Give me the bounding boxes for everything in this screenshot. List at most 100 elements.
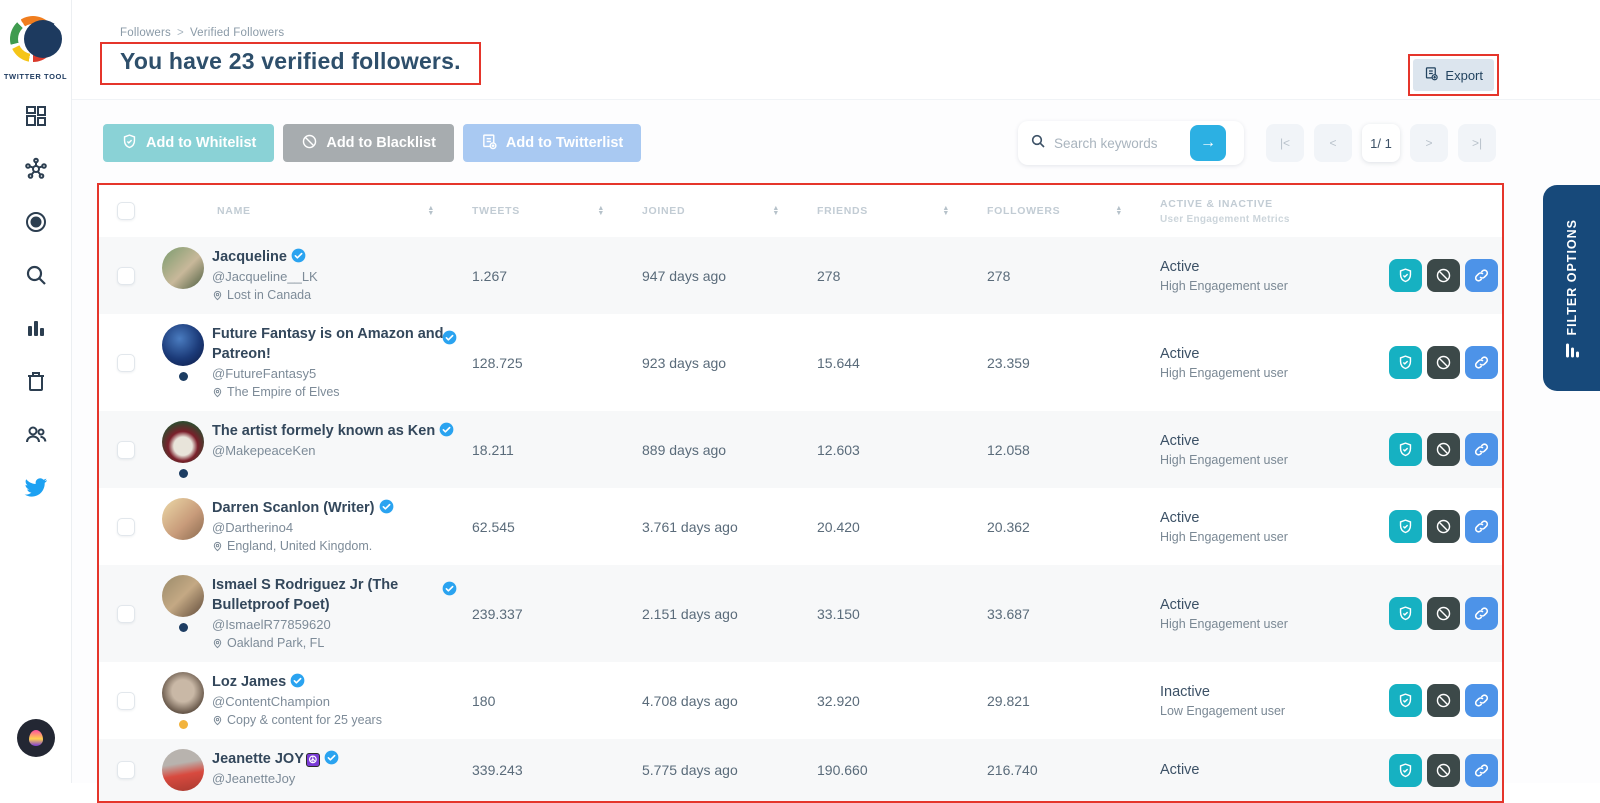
search-icon	[24, 263, 48, 292]
row-checkbox[interactable]	[117, 440, 135, 459]
sidebar-item-target[interactable]	[21, 209, 51, 239]
whitelist-row-button[interactable]	[1389, 433, 1422, 466]
user-cell[interactable]: Darren Scanlon (Writer) @Dartherino4 Eng…	[154, 498, 459, 555]
link-row-button[interactable]	[1465, 259, 1498, 292]
user-handle: @MakepeaceKen	[212, 443, 316, 458]
pagination-first-button[interactable]: |<	[1266, 124, 1304, 162]
breadcrumb-verified-followers[interactable]: Verified Followers	[190, 27, 284, 39]
link-row-button[interactable]	[1465, 433, 1498, 466]
shield-check-icon	[1399, 355, 1412, 370]
app-logo[interactable]: TWITTER TOOL	[4, 14, 67, 81]
row-actions	[1389, 684, 1508, 717]
followers-value: 216.740	[987, 762, 1038, 778]
tweets-value: 1.267	[472, 267, 508, 284]
user-cell[interactable]: Jacqueline @Jacqueline__LK Lost in Canad…	[154, 247, 459, 304]
whitelist-row-button[interactable]	[1389, 259, 1422, 292]
whitelist-row-button[interactable]	[1389, 597, 1422, 630]
row-actions	[1389, 433, 1508, 466]
sort-icon[interactable]: ▲ ▼	[772, 205, 780, 217]
row-checkbox[interactable]	[117, 691, 135, 710]
followers-table: NAME ▲ ▼ TWEETS ▲ ▼ JOINED ▲ ▼ FRIENDS ▲ ▼ FOLLO…	[97, 183, 1504, 803]
location: Lost in Canada	[212, 286, 318, 304]
sort-icon[interactable]: ▲ ▼	[597, 205, 605, 217]
sidebar-item-dashboard[interactable]	[21, 103, 51, 133]
search-input[interactable]	[1054, 135, 1184, 151]
link-row-button[interactable]	[1465, 510, 1498, 543]
joined-value: 889 days ago	[642, 441, 727, 458]
verified-badge	[442, 581, 457, 596]
row-checkbox[interactable]	[117, 517, 135, 536]
export-annotation-box: Export	[1408, 54, 1499, 96]
user-cell[interactable]: Loz James @ContentChampion Copy & conten…	[154, 672, 459, 729]
shield-check-icon	[1399, 519, 1412, 534]
joined-value: 923 days ago	[642, 354, 727, 371]
sort-icon[interactable]: ▲ ▼	[427, 205, 435, 217]
filter-options-tab[interactable]: FILTER OPTIONS	[1543, 185, 1600, 391]
table-row: Darren Scanlon (Writer) @Dartherino4 Eng…	[99, 488, 1502, 565]
avatar	[162, 749, 204, 791]
engagement-cell: Active High Engagement user	[1147, 259, 1389, 293]
column-header-friends[interactable]: FRIENDS	[817, 205, 868, 217]
sidebar-item-twitter[interactable]	[21, 474, 51, 504]
whitelist-row-button[interactable]	[1389, 684, 1422, 717]
sidebar-item-audience[interactable]	[21, 421, 51, 451]
sidebar-item-analytics[interactable]	[21, 315, 51, 345]
link-row-button[interactable]	[1465, 597, 1498, 630]
user-cell[interactable]: Jeanette JOY ☮ @JeanetteJoy	[154, 749, 459, 791]
sidebar-item-network[interactable]	[21, 156, 51, 186]
friends-value: 12.603	[817, 441, 860, 458]
select-all-checkbox[interactable]	[117, 202, 135, 220]
export-button[interactable]: Export	[1413, 59, 1494, 91]
link-row-button[interactable]	[1465, 346, 1498, 379]
status-label: Active	[1160, 345, 1200, 362]
sidebar-item-search[interactable]	[21, 262, 51, 292]
table-row: Loz James @ContentChampion Copy & conten…	[99, 662, 1502, 739]
add-to-blacklist-button[interactable]: Add to Blacklist	[283, 124, 454, 162]
column-header-name[interactable]: NAME	[217, 205, 251, 217]
link-icon	[1474, 694, 1489, 707]
add-to-whitelist-button[interactable]: Add to Whitelist	[103, 124, 275, 162]
user-cell[interactable]: Future Fantasy is on Amazon and Patreon!…	[154, 324, 459, 401]
user-cell[interactable]: The artist formely known as Ken @Makepea…	[154, 421, 459, 478]
avatar	[162, 247, 204, 289]
account-avatar[interactable]	[17, 719, 55, 757]
followers-value: 20.362	[987, 518, 1030, 535]
row-checkbox[interactable]	[117, 604, 135, 623]
blacklist-row-button[interactable]	[1427, 510, 1460, 543]
row-actions	[1389, 510, 1508, 543]
blacklist-row-button[interactable]	[1427, 753, 1460, 787]
link-row-button[interactable]	[1465, 753, 1498, 787]
pagination-last-button[interactable]: >|	[1458, 124, 1496, 162]
blacklist-row-button[interactable]	[1427, 433, 1460, 466]
whitelist-row-button[interactable]	[1389, 346, 1422, 379]
row-checkbox[interactable]	[117, 761, 135, 779]
sort-icon[interactable]: ▲ ▼	[1115, 205, 1123, 217]
row-checkbox[interactable]	[117, 266, 135, 285]
pagination-next-button[interactable]: >	[1410, 124, 1448, 162]
whitelist-row-button[interactable]	[1389, 510, 1422, 543]
breadcrumb: Followers > Verified Followers	[120, 27, 1497, 39]
sidebar-item-delete[interactable]	[21, 368, 51, 398]
friends-value: 33.150	[817, 605, 860, 622]
breadcrumb-followers[interactable]: Followers	[120, 27, 171, 39]
link-row-button[interactable]	[1465, 684, 1498, 717]
location: Copy & content for 25 years	[212, 711, 382, 729]
whitelist-row-button[interactable]	[1389, 753, 1422, 787]
row-checkbox[interactable]	[117, 353, 135, 372]
column-header-tweets[interactable]: TWEETS	[472, 205, 520, 217]
ban-icon	[1436, 442, 1451, 457]
blacklist-row-button[interactable]	[1427, 597, 1460, 630]
search-submit-button[interactable]: →	[1190, 125, 1226, 161]
engagement-label: High Engagement user	[1160, 529, 1288, 544]
column-header-joined[interactable]: JOINED	[642, 205, 685, 217]
engagement-cell: Active High Engagement user	[1147, 597, 1389, 631]
blacklist-row-button[interactable]	[1427, 346, 1460, 379]
pagination-prev-button[interactable]: <	[1314, 124, 1352, 162]
add-to-twitterlist-button[interactable]: Add to Twitterlist	[462, 124, 642, 162]
blacklist-row-button[interactable]	[1427, 259, 1460, 292]
user-cell[interactable]: Ismael S Rodriguez Jr (The Bulletproof P…	[154, 575, 459, 652]
blacklist-row-button[interactable]	[1427, 684, 1460, 717]
sort-icon[interactable]: ▲ ▼	[942, 205, 950, 217]
column-header-followers[interactable]: FOLLOWERS	[987, 205, 1060, 217]
friends-value: 190.660	[817, 762, 868, 778]
